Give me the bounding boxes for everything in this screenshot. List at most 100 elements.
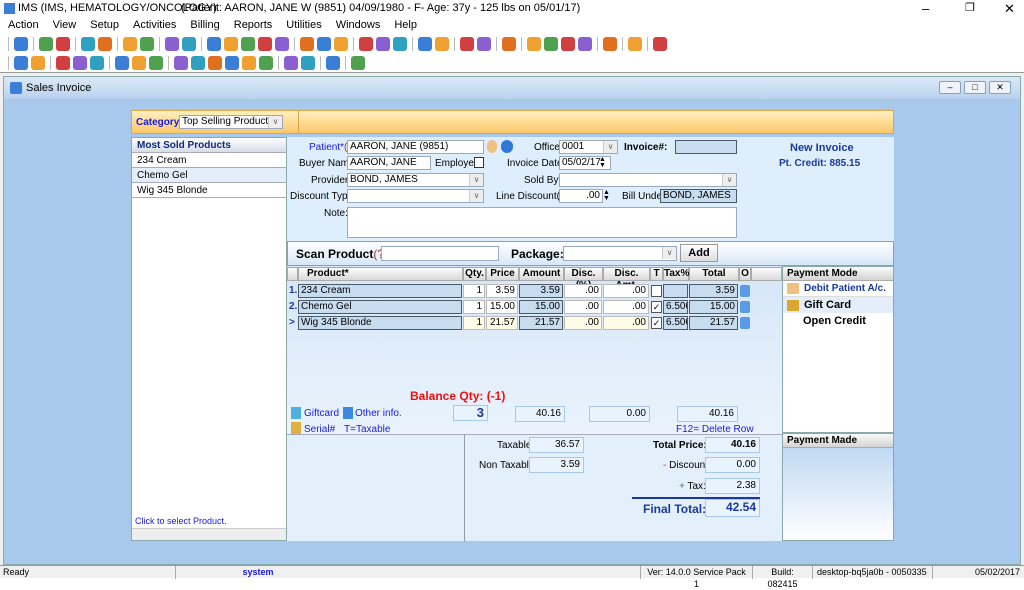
menu-windows[interactable]: Windows — [336, 19, 381, 31]
lock-icon[interactable] — [628, 36, 642, 51]
cell-disc-pct[interactable]: .00 — [564, 300, 602, 314]
column-header-product[interactable]: Product* — [298, 267, 463, 281]
menu-help[interactable]: Help — [394, 19, 417, 31]
cell-price[interactable]: 15.00 — [486, 300, 518, 314]
column-header-price[interactable]: Price — [486, 267, 519, 281]
giftcard-link[interactable]: Giftcard — [304, 408, 339, 419]
cell-disc-pct[interactable]: .00 — [564, 284, 602, 298]
menu-reports[interactable]: Reports — [234, 19, 273, 31]
claims-icon[interactable] — [258, 36, 272, 51]
gear-icon[interactable] — [56, 55, 70, 70]
flask-icon[interactable] — [140, 36, 154, 51]
horizontal-scrollbar[interactable] — [132, 528, 286, 540]
most-sold-item[interactable]: Wig 345 Blonde — [132, 183, 286, 198]
inbox-icon[interactable] — [477, 36, 491, 51]
refund-icon[interactable] — [275, 36, 289, 51]
other-info-link[interactable]: Other info. — [355, 408, 402, 419]
line-discount-field[interactable]: .00 — [559, 189, 603, 203]
export-icon[interactable] — [544, 36, 558, 51]
cell-price[interactable]: 3.59 — [486, 284, 518, 298]
menu-activities[interactable]: Activities — [133, 19, 176, 31]
row-options-icon[interactable] — [740, 317, 750, 329]
help-icon[interactable] — [326, 55, 340, 70]
document-icon[interactable] — [165, 36, 179, 51]
debit-patient-option[interactable]: Debit Patient A/c. — [783, 281, 893, 297]
clipboard-icon[interactable] — [502, 36, 516, 51]
print-icon[interactable] — [578, 36, 592, 51]
mail-icon[interactable] — [359, 36, 373, 51]
category-select[interactable]: Top Selling Products — [179, 115, 283, 129]
exit-icon[interactable] — [653, 36, 667, 51]
window-close-button[interactable]: ✕ — [989, 81, 1011, 94]
batch-icon[interactable] — [561, 36, 575, 51]
add-patient-icon[interactable] — [501, 140, 513, 153]
column-header-qty[interactable]: Qty. — [463, 267, 486, 281]
line-discount-spinner[interactable]: ▲ ▼ — [603, 189, 610, 202]
binoculars-icon[interactable] — [31, 55, 45, 70]
print-setup-icon[interactable] — [301, 55, 315, 70]
cell-price[interactable]: 21.57 — [486, 316, 518, 330]
sold-by-select[interactable] — [559, 173, 737, 187]
cell-product[interactable]: Chemo Gel — [298, 300, 462, 314]
folder-open-icon[interactable] — [132, 55, 146, 70]
first-record-icon[interactable] — [174, 55, 188, 70]
most-sold-item[interactable]: 234 Cream — [132, 153, 286, 168]
edit-icon[interactable] — [98, 36, 112, 51]
patient-lookup-icon[interactable] — [487, 140, 497, 153]
gift-card-option[interactable]: Gift Card — [783, 297, 893, 313]
open-credit-option[interactable]: Open Credit — [783, 313, 893, 329]
user-icon[interactable] — [14, 36, 28, 51]
doctor-icon[interactable] — [39, 36, 53, 51]
scheduler-icon[interactable] — [317, 36, 331, 51]
edit-disabled-icon[interactable] — [73, 55, 87, 70]
menu-utilities[interactable]: Utilities — [286, 19, 321, 31]
column-header-disc-pct[interactable]: Disc.(%) — [564, 267, 603, 291]
open-icon[interactable] — [14, 55, 28, 70]
minimize-button[interactable]: – — [922, 0, 929, 17]
menu-billing[interactable]: Billing — [190, 19, 219, 31]
cell-qty[interactable]: 1 — [463, 300, 485, 314]
restore-button[interactable]: ❐ — [965, 0, 975, 17]
taxable-checkbox[interactable]: ✓ — [651, 301, 662, 313]
cell-product[interactable]: Wig 345 Blonde — [298, 316, 462, 330]
column-header-total[interactable]: Total — [689, 267, 739, 281]
cell-disc-amt[interactable]: .00 — [603, 316, 649, 330]
row-options-icon[interactable] — [740, 285, 750, 297]
notes-icon[interactable] — [182, 36, 196, 51]
buyer-name-field[interactable]: AARON, JANE — [347, 156, 431, 170]
row-options-icon[interactable] — [740, 301, 750, 313]
close-button[interactable]: ✕ — [1004, 0, 1015, 17]
window-minimize-button[interactable]: – — [939, 81, 961, 94]
chart-icon[interactable] — [418, 36, 432, 51]
save-icon[interactable] — [115, 55, 129, 70]
bar-chart-icon[interactable] — [460, 36, 474, 51]
dollar-icon[interactable] — [207, 36, 221, 51]
cell-disc-pct[interactable]: .00 — [564, 316, 602, 330]
close-icon[interactable] — [351, 55, 365, 70]
delete-disabled-icon[interactable] — [90, 55, 104, 70]
discount-type-select[interactable] — [347, 189, 484, 203]
column-header-other[interactable]: O — [739, 267, 751, 281]
office-select[interactable]: 0001 — [559, 140, 618, 154]
provider-select[interactable]: BOND, JAMES — [347, 173, 484, 187]
transfer-icon[interactable] — [393, 36, 407, 51]
window-maximize-button[interactable]: □ — [964, 81, 986, 94]
cell-disc-amt[interactable]: .00 — [603, 300, 649, 314]
package-select[interactable] — [563, 246, 677, 261]
billing-icon[interactable] — [224, 36, 238, 51]
sort-icon[interactable] — [242, 55, 256, 70]
scan-product-input[interactable] — [381, 246, 499, 261]
menu-view[interactable]: View — [53, 19, 77, 31]
cell-product[interactable]: 234 Cream — [298, 284, 462, 298]
add-button[interactable]: Add — [680, 244, 718, 262]
date-spinner[interactable]: ▲ ▼ — [599, 156, 606, 169]
column-header-disc-amt[interactable]: Disc. Amt. — [603, 267, 650, 291]
globe-sync-icon[interactable] — [149, 55, 163, 70]
menu-action[interactable]: Action — [8, 19, 39, 31]
payment-icon[interactable] — [241, 36, 255, 51]
checklist-icon[interactable] — [435, 36, 449, 51]
taxable-checkbox[interactable] — [651, 285, 662, 297]
doctor-edit-icon[interactable] — [56, 36, 70, 51]
preview-icon[interactable] — [259, 55, 273, 70]
cell-qty[interactable]: 1 — [463, 284, 485, 298]
